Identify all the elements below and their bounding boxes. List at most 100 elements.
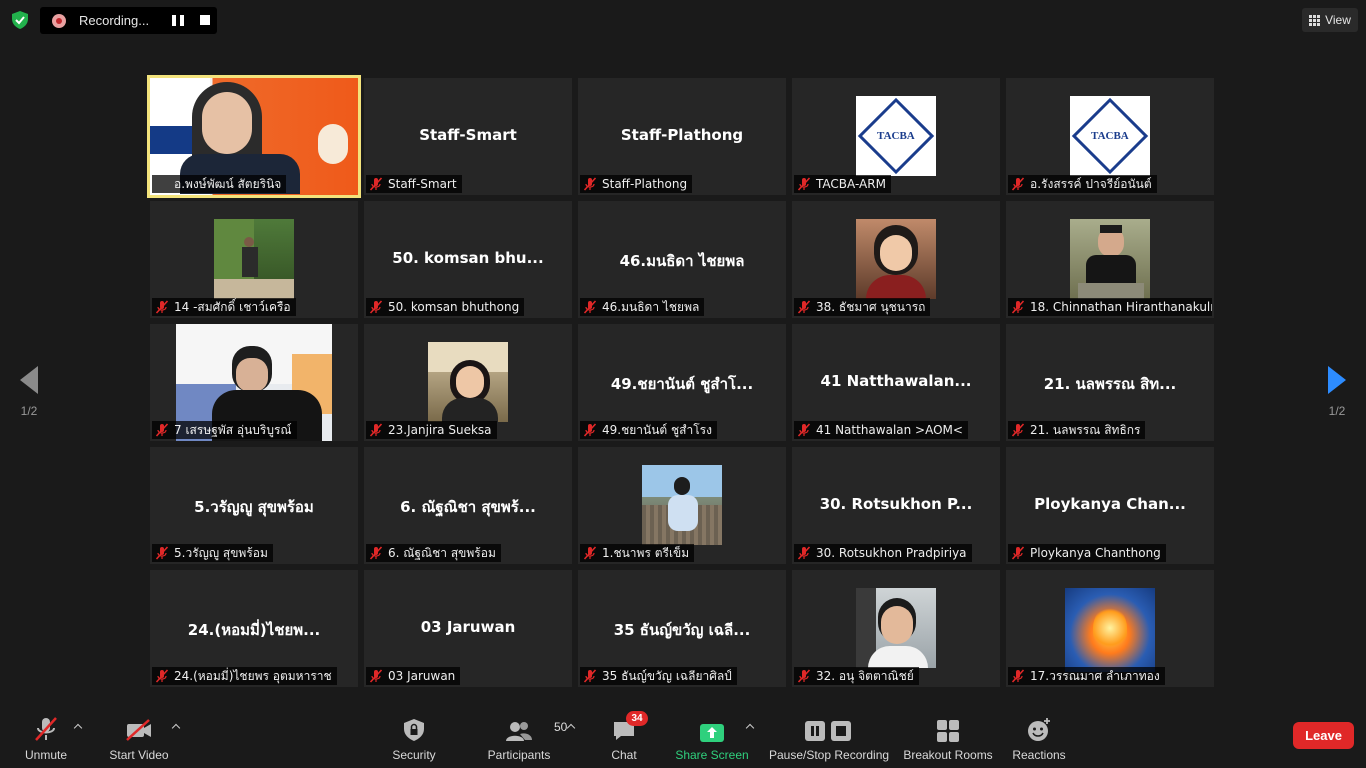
participant-name: 23.Janjira Sueksa <box>388 423 492 437</box>
participant-name: 6. ณัฐณิชา สุขพร้อม <box>388 545 496 560</box>
share-options-chevron-icon[interactable] <box>745 722 755 732</box>
participant-tile[interactable]: 41 Natthawalan... 41 Natthawalan >AOM< <box>792 324 1000 441</box>
participant-tile[interactable]: 17.วรรณมาศ ลำเภาทอง <box>1006 570 1214 687</box>
participants-options-chevron-icon[interactable] <box>566 722 576 732</box>
muted-microphone-icon <box>797 300 811 314</box>
muted-microphone-icon <box>1011 423 1025 437</box>
participants-label: Participants <box>487 748 551 762</box>
view-button[interactable]: View <box>1302 8 1358 32</box>
participant-tile[interactable]: TACBA อ.รังสรรค์ ปาจรีย์อนันต์ <box>1006 78 1214 195</box>
muted-microphone-icon <box>1011 300 1025 314</box>
participants-icon: 50 <box>506 714 567 742</box>
breakout-rooms-label: Breakout Rooms <box>903 748 993 762</box>
participant-tile[interactable]: 18. Chinnathan Hiranthanakulr... <box>1006 201 1214 318</box>
start-video-label: Start Video <box>109 748 169 762</box>
muted-microphone-icon <box>583 300 597 314</box>
audio-options-chevron-icon[interactable] <box>73 722 83 732</box>
participant-tile[interactable]: Ploykanya Chan... Ploykanya Chanthong <box>1006 447 1214 564</box>
video-options-chevron-icon[interactable] <box>171 722 181 732</box>
participant-name-label: 38. ธัชมาศ นุชนารถ <box>794 298 931 316</box>
participant-tile[interactable]: 23.Janjira Sueksa <box>364 324 572 441</box>
participant-name-label: 6. ณัฐณิชา สุขพร้อม <box>366 544 501 562</box>
participant-name-label: Staff-Smart <box>366 175 462 193</box>
zoom-meeting-window: Recording... View อ.พงษ์พัฒน์ สัตยรินิจ S… <box>0 0 1366 768</box>
participant-name: 46.มนธิดา ไชยพล <box>602 299 700 314</box>
unmute-button[interactable]: Unmute <box>24 714 68 768</box>
participant-tile[interactable]: 21. นลพรรณ สิท... 21. นลพรรณ สิทธิกร <box>1006 324 1214 441</box>
participant-name-label: 35 ธันญ์ขวัญ เฉลียาศิลป์ <box>580 667 737 685</box>
muted-microphone-icon <box>797 177 811 191</box>
chat-button[interactable]: 34 Chat <box>610 711 648 768</box>
participant-display-name: 41 Natthawalan... <box>820 372 972 390</box>
muted-microphone-icon <box>155 300 169 314</box>
participant-name-label: Ploykanya Chanthong <box>1008 544 1166 562</box>
participant-display-name: 49.ชยานันต์ ชูสำโ... <box>610 375 754 393</box>
page-indicator-right: 1/2 <box>1328 404 1346 418</box>
share-screen-button[interactable]: Share Screen <box>675 714 749 768</box>
participant-name: 18. Chinnathan Hiranthanakulr... <box>1030 300 1212 314</box>
participant-tile[interactable]: Staff-Smart Staff-Smart <box>364 78 572 195</box>
share-screen-label: Share Screen <box>675 748 749 762</box>
participant-tile[interactable]: 24.(หอมมี่)ไชยพ... 24.(หอมมี่)ไชยพร อุตมห… <box>150 570 358 687</box>
leave-button[interactable]: Leave <box>1293 722 1354 749</box>
participant-name: อ.รังสรรค์ ปาจรีย์อนันต์ <box>1030 176 1152 191</box>
participant-name-label: 30. Rotsukhon Pradpiriya <box>794 544 972 562</box>
participant-tile[interactable]: 14 -สมศักดิ์ เชาว์เครือ <box>150 201 358 318</box>
muted-microphone-icon <box>155 177 169 191</box>
participant-tile[interactable]: 49.ชยานันต์ ชูสำโ... 49.ชยานันต์ ชูสำโรง <box>578 324 786 441</box>
participant-tile[interactable]: 32. อนุ จิตตาณิชย์ <box>792 570 1000 687</box>
muted-microphone-icon <box>583 546 597 560</box>
recording-dot-icon <box>52 13 66 28</box>
meeting-toolbar: Unmute Start Video Security 50 Participa… <box>0 710 1366 768</box>
breakout-rooms-icon <box>937 714 959 742</box>
participant-display-name: 46.มนธิดา ไชยพล <box>619 252 745 270</box>
participant-tile[interactable]: Staff-Plathong Staff-Plathong <box>578 78 786 195</box>
pause-recording-icon[interactable] <box>172 15 184 26</box>
stop-recording-icon[interactable] <box>200 15 210 25</box>
participant-tile[interactable]: 35 ธันญ์ขวัญ เฉลี... 35 ธันญ์ขวัญ เฉลียาศ… <box>578 570 786 687</box>
muted-microphone-icon <box>369 177 383 191</box>
participant-display-name: 30. Rotsukhon P... <box>819 495 973 513</box>
left-arrow-icon <box>20 366 38 394</box>
muted-microphone-icon <box>369 669 383 683</box>
grid-view-icon <box>1309 14 1321 26</box>
previous-page-button[interactable]: 1/2 <box>14 366 44 418</box>
muted-microphone-icon <box>369 546 383 560</box>
participant-tile[interactable]: 7 เสรษฐพัส อุ่นบริบูรณ์ <box>150 324 358 441</box>
muted-microphone-icon <box>797 423 811 437</box>
participant-tile[interactable]: 5.วรัญญู สุขพร้อม 5.วรัญญู สุขพร้อม <box>150 447 358 564</box>
participant-name-label: 23.Janjira Sueksa <box>366 421 497 439</box>
next-page-button[interactable]: 1/2 <box>1322 366 1352 418</box>
encryption-shield-icon[interactable] <box>8 8 32 32</box>
participant-tile[interactable]: 38. ธัชมาศ นุชนารถ <box>792 201 1000 318</box>
security-label: Security <box>392 748 436 762</box>
start-video-button[interactable]: Start Video <box>108 714 170 768</box>
participant-tile[interactable]: 50. komsan bhu... 50. komsan bhuthong <box>364 201 572 318</box>
participant-name: 49.ชยานันต์ ชูสำโรง <box>602 422 712 437</box>
breakout-rooms-button[interactable]: Breakout Rooms <box>903 714 993 768</box>
recording-label: Recording... <box>79 13 150 28</box>
participant-name: 7 เสรษฐพัส อุ่นบริบูรณ์ <box>174 422 292 437</box>
pause-stop-recording-button[interactable]: Pause/Stop Recording <box>769 714 889 768</box>
participant-tile[interactable]: 03 Jaruwan 03 Jaruwan <box>364 570 572 687</box>
participants-button[interactable]: 50 Participants <box>487 714 568 768</box>
muted-microphone-icon <box>369 300 383 314</box>
logo-text: TACBA <box>877 129 915 142</box>
participant-tile[interactable]: TACBA TACBA-ARM <box>792 78 1000 195</box>
participant-display-name: 35 ธันญ์ขวัญ เฉลี... <box>613 621 751 639</box>
participant-name-label: 21. นลพรรณ สิทธิกร <box>1008 421 1146 439</box>
pause-stop-recording-label: Pause/Stop Recording <box>768 748 890 762</box>
security-button[interactable]: Security <box>391 714 437 768</box>
participant-tile[interactable]: 1.ชนาพร ตรีเข็ม <box>578 447 786 564</box>
participant-name-label: 46.มนธิดา ไชยพล <box>580 298 705 316</box>
participant-name-label: 14 -สมศักดิ์ เชาว์เครือ <box>152 298 296 316</box>
participant-display-name: Ploykanya Chan... <box>1034 495 1186 513</box>
participant-tile[interactable]: 30. Rotsukhon P... 30. Rotsukhon Pradpiri… <box>792 447 1000 564</box>
participant-name: 1.ชนาพร ตรีเข็ม <box>602 545 690 560</box>
reactions-button[interactable]: Reactions <box>1012 714 1066 768</box>
participant-tile[interactable]: 46.มนธิดา ไชยพล 46.มนธิดา ไชยพล <box>578 201 786 318</box>
participant-name: Staff-Plathong <box>602 177 688 191</box>
participant-tile[interactable]: 6. ณัฐณิชา สุขพร้... 6. ณัฐณิชา สุขพร้อม <box>364 447 572 564</box>
participant-tile[interactable]: อ.พงษ์พัฒน์ สัตยรินิจ <box>147 75 361 198</box>
view-label: View <box>1325 13 1351 27</box>
